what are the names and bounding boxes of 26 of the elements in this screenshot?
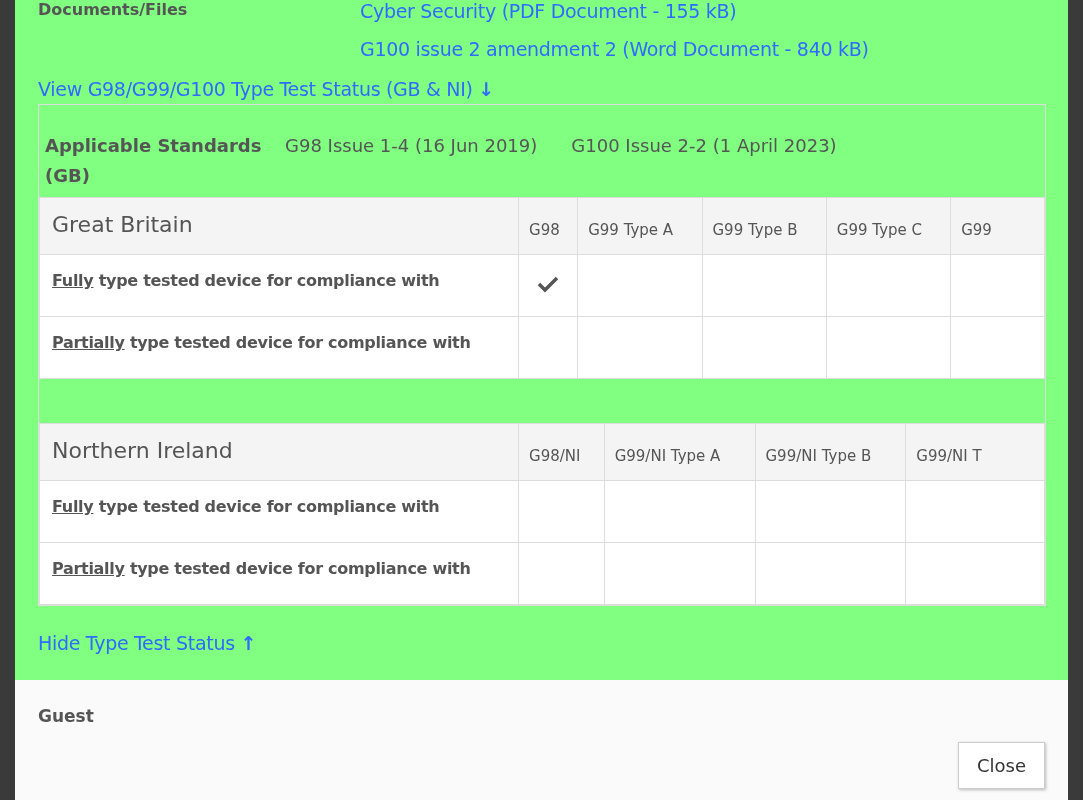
column-header: G99/NI Type A: [604, 423, 755, 481]
column-header: G98/NI: [518, 423, 605, 481]
column-header: G99: [950, 197, 1045, 255]
check-icon: [537, 274, 560, 293]
hide-status-link[interactable]: Hide Type Test Status ↑: [38, 632, 1045, 668]
region-heading: Northern Ireland: [39, 423, 519, 481]
row-label: Fully type tested device for compliance with: [52, 271, 440, 290]
column-header: G99 Type B: [702, 197, 827, 255]
column-header: G98: [518, 197, 578, 255]
column-header: G99/NI T: [905, 423, 1045, 481]
view-status-link[interactable]: View G98/G99/G100 Type Test Status (GB & NI) ↓: [38, 78, 1045, 104]
user-label: Guest: [38, 706, 94, 726]
standards-label: Applicable Standards (GB): [45, 134, 263, 188]
section-label: Documents/Files: [38, 0, 189, 21]
standard-text: G98 Issue 1-4 (16 Jun 2019): [285, 135, 538, 156]
row-label: Fully type tested device for compliance with: [52, 497, 440, 516]
file-link[interactable]: Cyber Security (PDF Document - 155 kB): [360, 0, 869, 22]
column-header: G99 Type C: [826, 197, 951, 255]
row-label: Partially type tested device for compliance with: [52, 559, 471, 578]
column-header: G99/NI Type B: [755, 423, 906, 481]
row-label: Partially type tested device for compliance with: [52, 333, 471, 352]
close-button[interactable]: Close: [957, 742, 1045, 789]
file-link[interactable]: G100 issue 2 amendment 2 (Word Document - 840 kB): [360, 38, 869, 60]
standard-text: G100 Issue 2-2 (1 April 2023): [571, 135, 837, 156]
column-header: G99 Type A: [577, 197, 702, 255]
region-heading: Great Britain: [39, 197, 519, 255]
